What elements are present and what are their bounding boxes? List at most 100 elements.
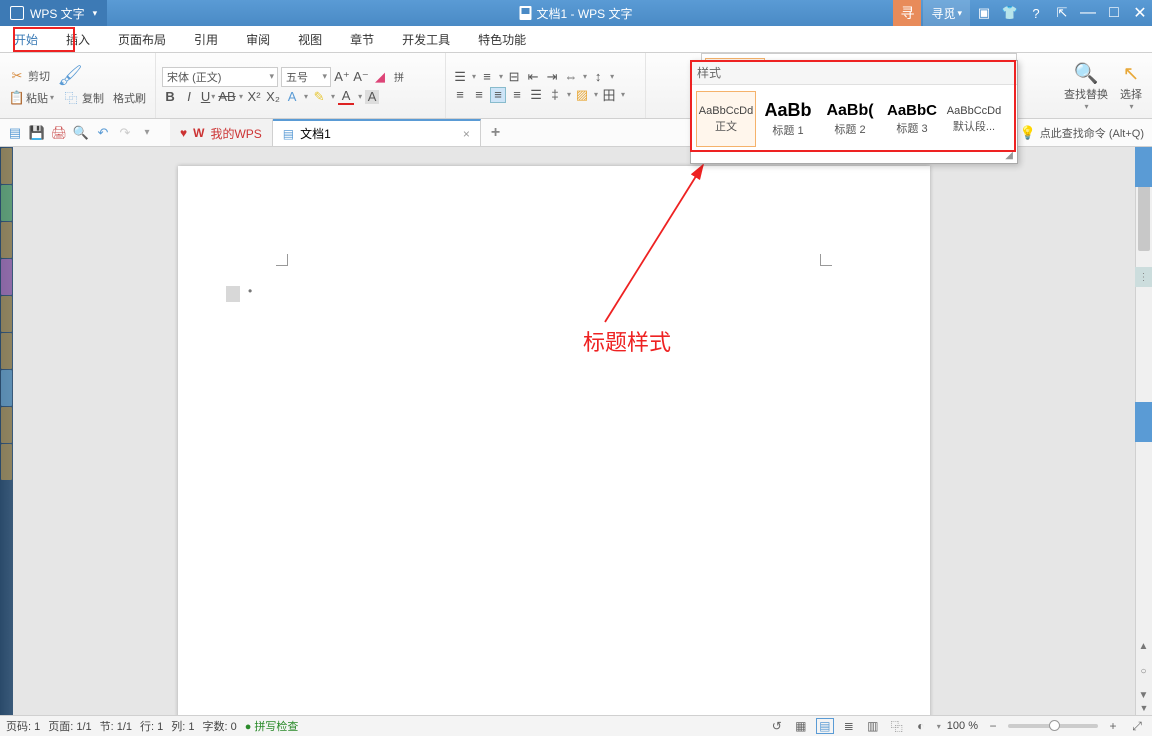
copy-button[interactable]: ⿻复制 xyxy=(60,89,107,107)
increase-indent-button[interactable]: ⇥ xyxy=(544,69,560,85)
tab-special[interactable]: 特色功能 xyxy=(464,26,540,52)
help-icon[interactable]: ? xyxy=(1024,0,1048,26)
font-size-select[interactable]: 五号 xyxy=(281,67,331,87)
panel-style-heading2[interactable]: AaBb(标题 2 xyxy=(820,91,880,147)
tab-reference[interactable]: 引用 xyxy=(180,26,232,52)
shrink-font-button[interactable]: A⁻ xyxy=(353,69,369,85)
styles-expand-icon[interactable]: ◢ xyxy=(1005,150,1013,161)
shading-button[interactable]: A xyxy=(365,90,379,104)
fill-color-button[interactable]: ▨ xyxy=(574,87,590,103)
panel-style-normal[interactable]: AaBbCcDd正文 xyxy=(696,91,756,147)
numbering-button[interactable]: ≡ xyxy=(479,69,495,85)
tab-layout[interactable]: 页面布局 xyxy=(104,26,180,52)
fit-page-button[interactable]: ⤢ xyxy=(1128,718,1146,734)
view-fullscreen-button[interactable]: ⿻ xyxy=(888,718,906,734)
close-tab-icon[interactable]: × xyxy=(463,127,470,141)
view-outline-button[interactable]: ≣ xyxy=(840,718,858,734)
tab-doc1[interactable]: ▤文档1× xyxy=(273,119,481,146)
zoom-slider[interactable] xyxy=(1008,724,1098,728)
text-effects-button[interactable]: A xyxy=(284,89,300,105)
tab-dev[interactable]: 开发工具 xyxy=(388,26,464,52)
superscript-button[interactable]: X² xyxy=(246,89,262,105)
qat-new-button[interactable]: ▤ xyxy=(6,124,24,142)
borders-button[interactable]: 田 xyxy=(601,87,617,103)
document-page[interactable]: • xyxy=(178,166,930,715)
subscript-button[interactable]: X₂ xyxy=(265,89,281,105)
tab-insert[interactable]: 插入 xyxy=(52,26,104,52)
tab-home[interactable]: 开始 xyxy=(0,26,52,52)
view-print-layout-button[interactable]: ▦ xyxy=(792,718,810,734)
font-color-button[interactable]: A xyxy=(338,89,354,105)
search-button[interactable]: 寻 xyxy=(893,0,921,26)
qat-print-button[interactable]: 🖨 xyxy=(50,124,68,142)
qat-redo-button[interactable]: ↷ xyxy=(116,124,134,142)
view-web-button[interactable]: ▥ xyxy=(864,718,882,734)
line-spacing-button[interactable]: ‡ xyxy=(547,87,563,103)
next-page-icon[interactable]: ▼ xyxy=(1139,690,1149,701)
paste-button[interactable]: 📋粘贴▾ xyxy=(6,90,57,106)
phonetic-button[interactable]: 拼 xyxy=(391,69,407,85)
view-read-button[interactable]: ▤ xyxy=(816,718,834,734)
clear-format-button[interactable]: ◢ xyxy=(372,69,388,85)
upload-icon[interactable]: ⇱ xyxy=(1050,0,1074,26)
align-right-button[interactable]: ≡ xyxy=(490,87,506,103)
zoom-slider-knob[interactable] xyxy=(1049,720,1060,731)
prev-page-icon[interactable]: ▲ xyxy=(1139,641,1149,652)
font-family-select[interactable]: 宋体 (正文) xyxy=(162,67,278,87)
qat-undo-button[interactable]: ↶ xyxy=(94,124,112,142)
tab-section[interactable]: 章节 xyxy=(336,26,388,52)
skin-icon[interactable]: 👕 xyxy=(998,0,1022,26)
cut-button[interactable]: ✂剪切 xyxy=(6,67,53,85)
format-painter-button[interactable]: 🖌 xyxy=(56,65,84,87)
align-left-button[interactable]: ≡ xyxy=(452,87,468,103)
status-spellcheck[interactable]: 拼写检查 xyxy=(245,718,299,734)
status-history-icon[interactable]: ↺ xyxy=(768,718,786,734)
status-words[interactable]: 字数: 0 xyxy=(203,718,237,734)
panel-style-heading3[interactable]: AaBbC标题 3 xyxy=(882,91,942,147)
bold-button[interactable]: B xyxy=(162,89,178,105)
strike-button[interactable]: AB xyxy=(219,89,235,105)
highlight-button[interactable]: ✎ xyxy=(311,89,327,105)
collect-icon[interactable]: ▣ xyxy=(972,0,996,26)
view-focus-button[interactable]: ◐ xyxy=(912,718,930,734)
side-panel-handle[interactable]: ⋮ xyxy=(1135,267,1152,287)
bullets-button[interactable]: ☰ xyxy=(452,69,468,85)
qat-menu-button[interactable]: ▾ xyxy=(138,124,156,142)
command-search-hint[interactable]: 💡点此查找命令 (Alt+Q) xyxy=(1020,119,1144,147)
select-button[interactable]: ↖选择▾ xyxy=(1116,59,1146,113)
italic-button[interactable]: I xyxy=(181,89,197,105)
panel-style-default-para[interactable]: AaBbCcDd默认段... xyxy=(944,91,1004,147)
close-button[interactable]: ✕ xyxy=(1128,0,1152,26)
app-menu[interactable]: WPS 文字 ▾ xyxy=(0,0,107,26)
qat-save-button[interactable]: 💾 xyxy=(28,124,46,142)
grow-font-button[interactable]: A⁺ xyxy=(334,69,350,85)
status-page[interactable]: 页面: 1/1 xyxy=(48,718,91,734)
tab-view[interactable]: 视图 xyxy=(284,26,336,52)
underline-button[interactable]: U▾ xyxy=(200,89,216,105)
maximize-button[interactable]: □ xyxy=(1102,0,1126,26)
align-center-button[interactable]: ≡ xyxy=(471,87,487,103)
tab-my-wps[interactable]: ♥W我的WPS xyxy=(170,119,273,146)
justify-button[interactable]: ≡ xyxy=(509,87,525,103)
tab-review[interactable]: 审阅 xyxy=(232,26,284,52)
scroll-down-icon[interactable]: ▼ xyxy=(1136,701,1152,715)
minimize-button[interactable]: ― xyxy=(1076,0,1100,26)
status-section[interactable]: 节: 1/1 xyxy=(100,718,132,734)
distribute-button[interactable]: ☰ xyxy=(528,87,544,103)
zoom-in-button[interactable]: + xyxy=(1104,718,1122,734)
char-shading-button[interactable]: ↕ xyxy=(590,69,606,85)
status-col[interactable]: 列: 1 xyxy=(171,718,194,734)
search-label[interactable]: 寻觅▾ xyxy=(923,0,970,26)
status-line[interactable]: 行: 1 xyxy=(140,718,163,734)
panel-style-heading1[interactable]: AaBb标题 1 xyxy=(758,91,818,147)
zoom-level[interactable]: 100 % xyxy=(947,720,978,732)
qat-preview-button[interactable]: 🔍 xyxy=(72,124,90,142)
side-panel-tab-1[interactable] xyxy=(1135,147,1152,187)
status-page-num[interactable]: 页码: 1 xyxy=(6,718,40,734)
find-replace-button[interactable]: 🔍查找替换▾ xyxy=(1060,59,1112,113)
multilevel-button[interactable]: ⊟ xyxy=(506,69,522,85)
zoom-out-button[interactable]: − xyxy=(984,718,1002,734)
format-painter-label[interactable]: 格式刷 xyxy=(110,89,149,107)
new-tab-button[interactable]: + xyxy=(481,119,510,146)
side-panel-tab-2[interactable] xyxy=(1135,402,1152,442)
